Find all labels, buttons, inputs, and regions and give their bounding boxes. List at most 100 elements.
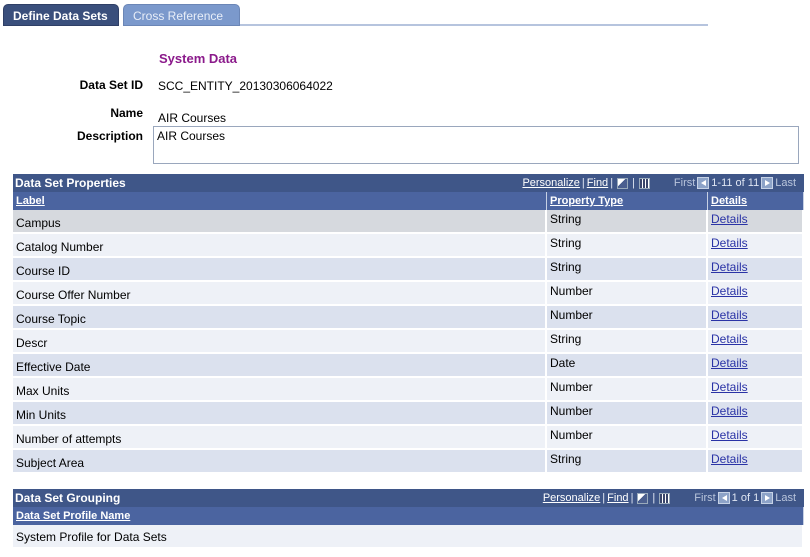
- details-link[interactable]: Details: [711, 428, 748, 442]
- details-cell: Details: [708, 450, 804, 474]
- table-row: Course ID String Details: [13, 258, 804, 282]
- label-cell: Course Topic: [13, 306, 547, 330]
- next-arrow-icon[interactable]: [761, 492, 774, 504]
- zoom-grid-icon[interactable]: [637, 492, 649, 504]
- grid-body: Campus String Details Catalog Number String D…: [13, 210, 804, 474]
- personalize-link[interactable]: Personalize: [543, 492, 600, 504]
- details-link[interactable]: Details: [711, 212, 748, 226]
- prev-arrow-icon[interactable]: [697, 177, 710, 189]
- view-all-grid-icon[interactable]: [638, 177, 650, 189]
- property-type-cell: Number: [547, 426, 708, 450]
- table-row: Subject Area String Details: [13, 450, 804, 474]
- personalize-link[interactable]: Personalize: [522, 177, 579, 189]
- table-row: Course Topic Number Details: [13, 306, 804, 330]
- details-link[interactable]: Details: [711, 380, 748, 394]
- grid-header: Data Set Grouping Personalize | Find | |…: [13, 489, 804, 507]
- find-link[interactable]: Find: [587, 177, 608, 189]
- details-cell: Details: [708, 354, 804, 378]
- label-cell: Course Offer Number: [13, 282, 547, 306]
- details-cell: Details: [708, 234, 804, 258]
- label-cell: Min Units: [13, 402, 547, 426]
- description-label: Description: [76, 129, 143, 143]
- first-link[interactable]: First: [674, 177, 695, 189]
- data-set-id-value: SCC_ENTITY_20130306064022: [158, 79, 333, 93]
- table-row: Max Units Number Details: [13, 378, 804, 402]
- table-row: Campus String Details: [13, 210, 804, 234]
- last-link[interactable]: Last: [775, 177, 796, 189]
- details-link[interactable]: Details: [711, 260, 748, 274]
- column-header-profile-name[interactable]: Data Set Profile Name: [13, 507, 804, 525]
- find-link[interactable]: Find: [607, 492, 628, 504]
- details-link[interactable]: Details: [711, 284, 748, 298]
- data-set-grouping-grid: Data Set Grouping Personalize | Find | |…: [13, 489, 804, 549]
- details-cell: Details: [708, 330, 804, 354]
- column-header-details[interactable]: Details: [708, 192, 804, 210]
- label-cell: Campus: [13, 210, 547, 234]
- table-row: Catalog Number String Details: [13, 234, 804, 258]
- row-range: 1-11 of 11: [711, 177, 760, 189]
- last-link[interactable]: Last: [775, 492, 796, 504]
- tab-cross-reference[interactable]: Cross Reference: [123, 4, 240, 26]
- label-cell: Course ID: [13, 258, 547, 282]
- label-cell: Descr: [13, 330, 547, 354]
- table-row: Course Offer Number Number Details: [13, 282, 804, 306]
- details-cell: Details: [708, 306, 804, 330]
- prev-arrow-icon[interactable]: [717, 492, 730, 504]
- row-range: 1 of 1: [731, 492, 760, 504]
- details-cell: Details: [708, 378, 804, 402]
- table-row: Effective Date Date Details: [13, 354, 804, 378]
- separator: |: [652, 492, 656, 504]
- data-set-id-label: Data Set ID: [79, 78, 143, 92]
- property-type-cell: Number: [547, 402, 708, 426]
- zoom-grid-icon[interactable]: [617, 177, 629, 189]
- details-cell: Details: [708, 282, 804, 306]
- label-cell: Catalog Number: [13, 234, 547, 258]
- details-cell: Details: [708, 426, 804, 450]
- label-cell: Effective Date: [13, 354, 547, 378]
- details-link[interactable]: Details: [711, 236, 748, 250]
- property-type-cell: String: [547, 450, 708, 474]
- column-header-row: Data Set Profile Name: [13, 507, 804, 525]
- separator: |: [632, 177, 635, 189]
- grid-navigation: Personalize | Find | | First 1 of 1 Last: [543, 492, 796, 504]
- next-arrow-icon[interactable]: [761, 177, 774, 189]
- label-cell: Subject Area: [13, 450, 547, 474]
- tab-define-data-sets[interactable]: Define Data Sets: [3, 4, 119, 26]
- description-field[interactable]: AIR Courses: [153, 126, 799, 164]
- table-row: System Profile for Data Sets: [13, 525, 804, 549]
- details-link[interactable]: Details: [711, 452, 748, 466]
- property-type-cell: Date: [547, 354, 708, 378]
- column-header-row: Label Property Type Details: [13, 192, 804, 210]
- grid-header: Data Set Properties Personalize | Find |…: [13, 174, 804, 192]
- name-value: AIR Courses: [158, 111, 227, 125]
- table-row: Min Units Number Details: [13, 402, 804, 426]
- separator: |: [610, 177, 614, 189]
- first-link[interactable]: First: [694, 492, 715, 504]
- column-header-property-type[interactable]: Property Type: [547, 192, 708, 210]
- profile-name-cell: System Profile for Data Sets: [13, 525, 804, 549]
- separator: |: [602, 492, 606, 504]
- column-header-label[interactable]: Label: [13, 192, 547, 210]
- property-type-cell: Number: [547, 306, 708, 330]
- separator: |: [630, 492, 634, 504]
- name-label: Name: [110, 106, 143, 120]
- details-cell: Details: [708, 402, 804, 426]
- details-link[interactable]: Details: [711, 308, 748, 322]
- details-link[interactable]: Details: [711, 332, 748, 346]
- separator: |: [581, 177, 585, 189]
- details-link[interactable]: Details: [711, 356, 748, 370]
- table-row: Descr String Details: [13, 330, 804, 354]
- view-all-grid-icon[interactable]: [659, 492, 671, 504]
- grid-navigation: Personalize | Find | | First 1-11 of 11 …: [522, 177, 796, 189]
- label-cell: Max Units: [13, 378, 547, 402]
- section-title: System Data: [159, 51, 238, 66]
- data-set-properties-grid: Data Set Properties Personalize | Find |…: [13, 174, 804, 474]
- details-cell: Details: [708, 210, 804, 234]
- details-link[interactable]: Details: [711, 404, 748, 418]
- property-type-cell: String: [547, 234, 708, 258]
- property-type-cell: String: [547, 210, 708, 234]
- property-type-cell: Number: [547, 282, 708, 306]
- property-type-cell: String: [547, 258, 708, 282]
- tab-divider: [240, 24, 708, 26]
- grid-title: Data Set Properties: [15, 176, 126, 190]
